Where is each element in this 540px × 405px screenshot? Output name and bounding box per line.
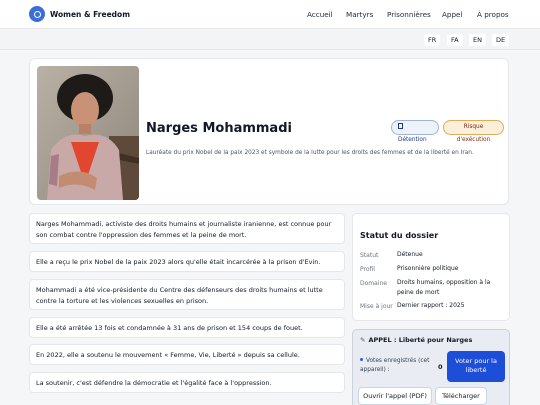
portrait-photo xyxy=(37,66,139,200)
lang-fr-button[interactable]: FR xyxy=(424,34,441,46)
detention-badge-label: Détention xyxy=(398,137,427,143)
status-value: Détenue xyxy=(397,251,423,258)
lang-de-button[interactable]: DE xyxy=(492,34,510,46)
profile-value: Prisonnière politique xyxy=(397,265,459,272)
lang-fa-button[interactable]: FA xyxy=(447,34,463,46)
person-subtitle: Lauréate du prix Nobel de la paix 2023 e… xyxy=(146,150,474,156)
person-name: Narges Mohammadi xyxy=(146,121,292,136)
language-bar: FR FA EN DE xyxy=(0,29,540,50)
nav-appel[interactable]: Appel xyxy=(442,10,462,19)
votes-label-text: Votes enregistrés (cet appareil) : xyxy=(360,358,430,373)
megaphone-icon: ✎ xyxy=(360,336,366,344)
brand[interactable]: Women & Freedom xyxy=(29,6,130,22)
detention-badge: Détention xyxy=(391,120,439,143)
bio-paragraph: En 2022, elle a soutenu le mouvement « F… xyxy=(29,344,345,365)
nav-prisonnieres[interactable]: Prisonnières xyxy=(387,10,431,19)
votes-label: Votes enregistrés (cet appareil) : xyxy=(360,357,434,375)
bio-paragraph: Mohammadi a été vice-présidente du Centr… xyxy=(29,279,345,310)
nav-a-propos[interactable]: À propos xyxy=(477,10,509,19)
appeal-title-text: APPEL : Liberté pour Narges xyxy=(368,336,473,344)
vote-button[interactable]: Voter pour la liberté xyxy=(447,351,505,382)
appeal-card: ✎ APPEL : Liberté pour Narges Votes enreg… xyxy=(352,329,510,405)
case-status-card: Statut du dossier Statut Détenue Profil … xyxy=(352,213,510,321)
status-key: Statut xyxy=(360,252,379,259)
update-value: Dernier rapport : 2025 xyxy=(397,302,465,309)
brand-logo-icon xyxy=(29,6,45,22)
profile-key: Profil xyxy=(360,266,375,273)
appeal-title: ✎ APPEL : Liberté pour Narges xyxy=(360,336,472,344)
update-key: Mise à jour xyxy=(360,303,393,310)
bio-paragraph: Elle a reçu le prix Nobel de la paix 202… xyxy=(29,251,345,272)
domain-key: Domaine xyxy=(360,280,387,287)
profile-card: Narges Mohammadi Lauréate du prix Nobel … xyxy=(29,58,509,205)
nav-accueil[interactable]: Accueil xyxy=(307,10,333,19)
brand-name: Women & Freedom xyxy=(50,9,131,19)
open-appeal-pdf-button[interactable]: Ouvrir l'appel (PDF) xyxy=(358,387,432,405)
top-navbar: Women & Freedom Accueil Martyrs Prisonni… xyxy=(0,0,540,29)
nav-martyrs[interactable]: Martyrs xyxy=(346,10,373,19)
lock-icon xyxy=(398,123,403,129)
bio-paragraph: Elle a été arrêtée 13 fois et condamnée … xyxy=(29,317,345,338)
bio-paragraph: La soutenir, c'est défendre la démocrati… xyxy=(29,372,345,393)
download-button[interactable]: Télécharger xyxy=(435,387,487,405)
votes-count: 0 xyxy=(438,363,443,371)
lang-en-button[interactable]: EN xyxy=(469,34,486,46)
status-title: Statut du dossier xyxy=(360,231,439,240)
bullet-dot-icon xyxy=(360,358,363,361)
execution-risk-badge: Risque d'exécution xyxy=(443,120,504,143)
bio-paragraph: Narges Mohammadi, activiste des droits h… xyxy=(29,213,345,244)
domain-value: Droits humains, opposition à la peine de… xyxy=(397,279,491,296)
